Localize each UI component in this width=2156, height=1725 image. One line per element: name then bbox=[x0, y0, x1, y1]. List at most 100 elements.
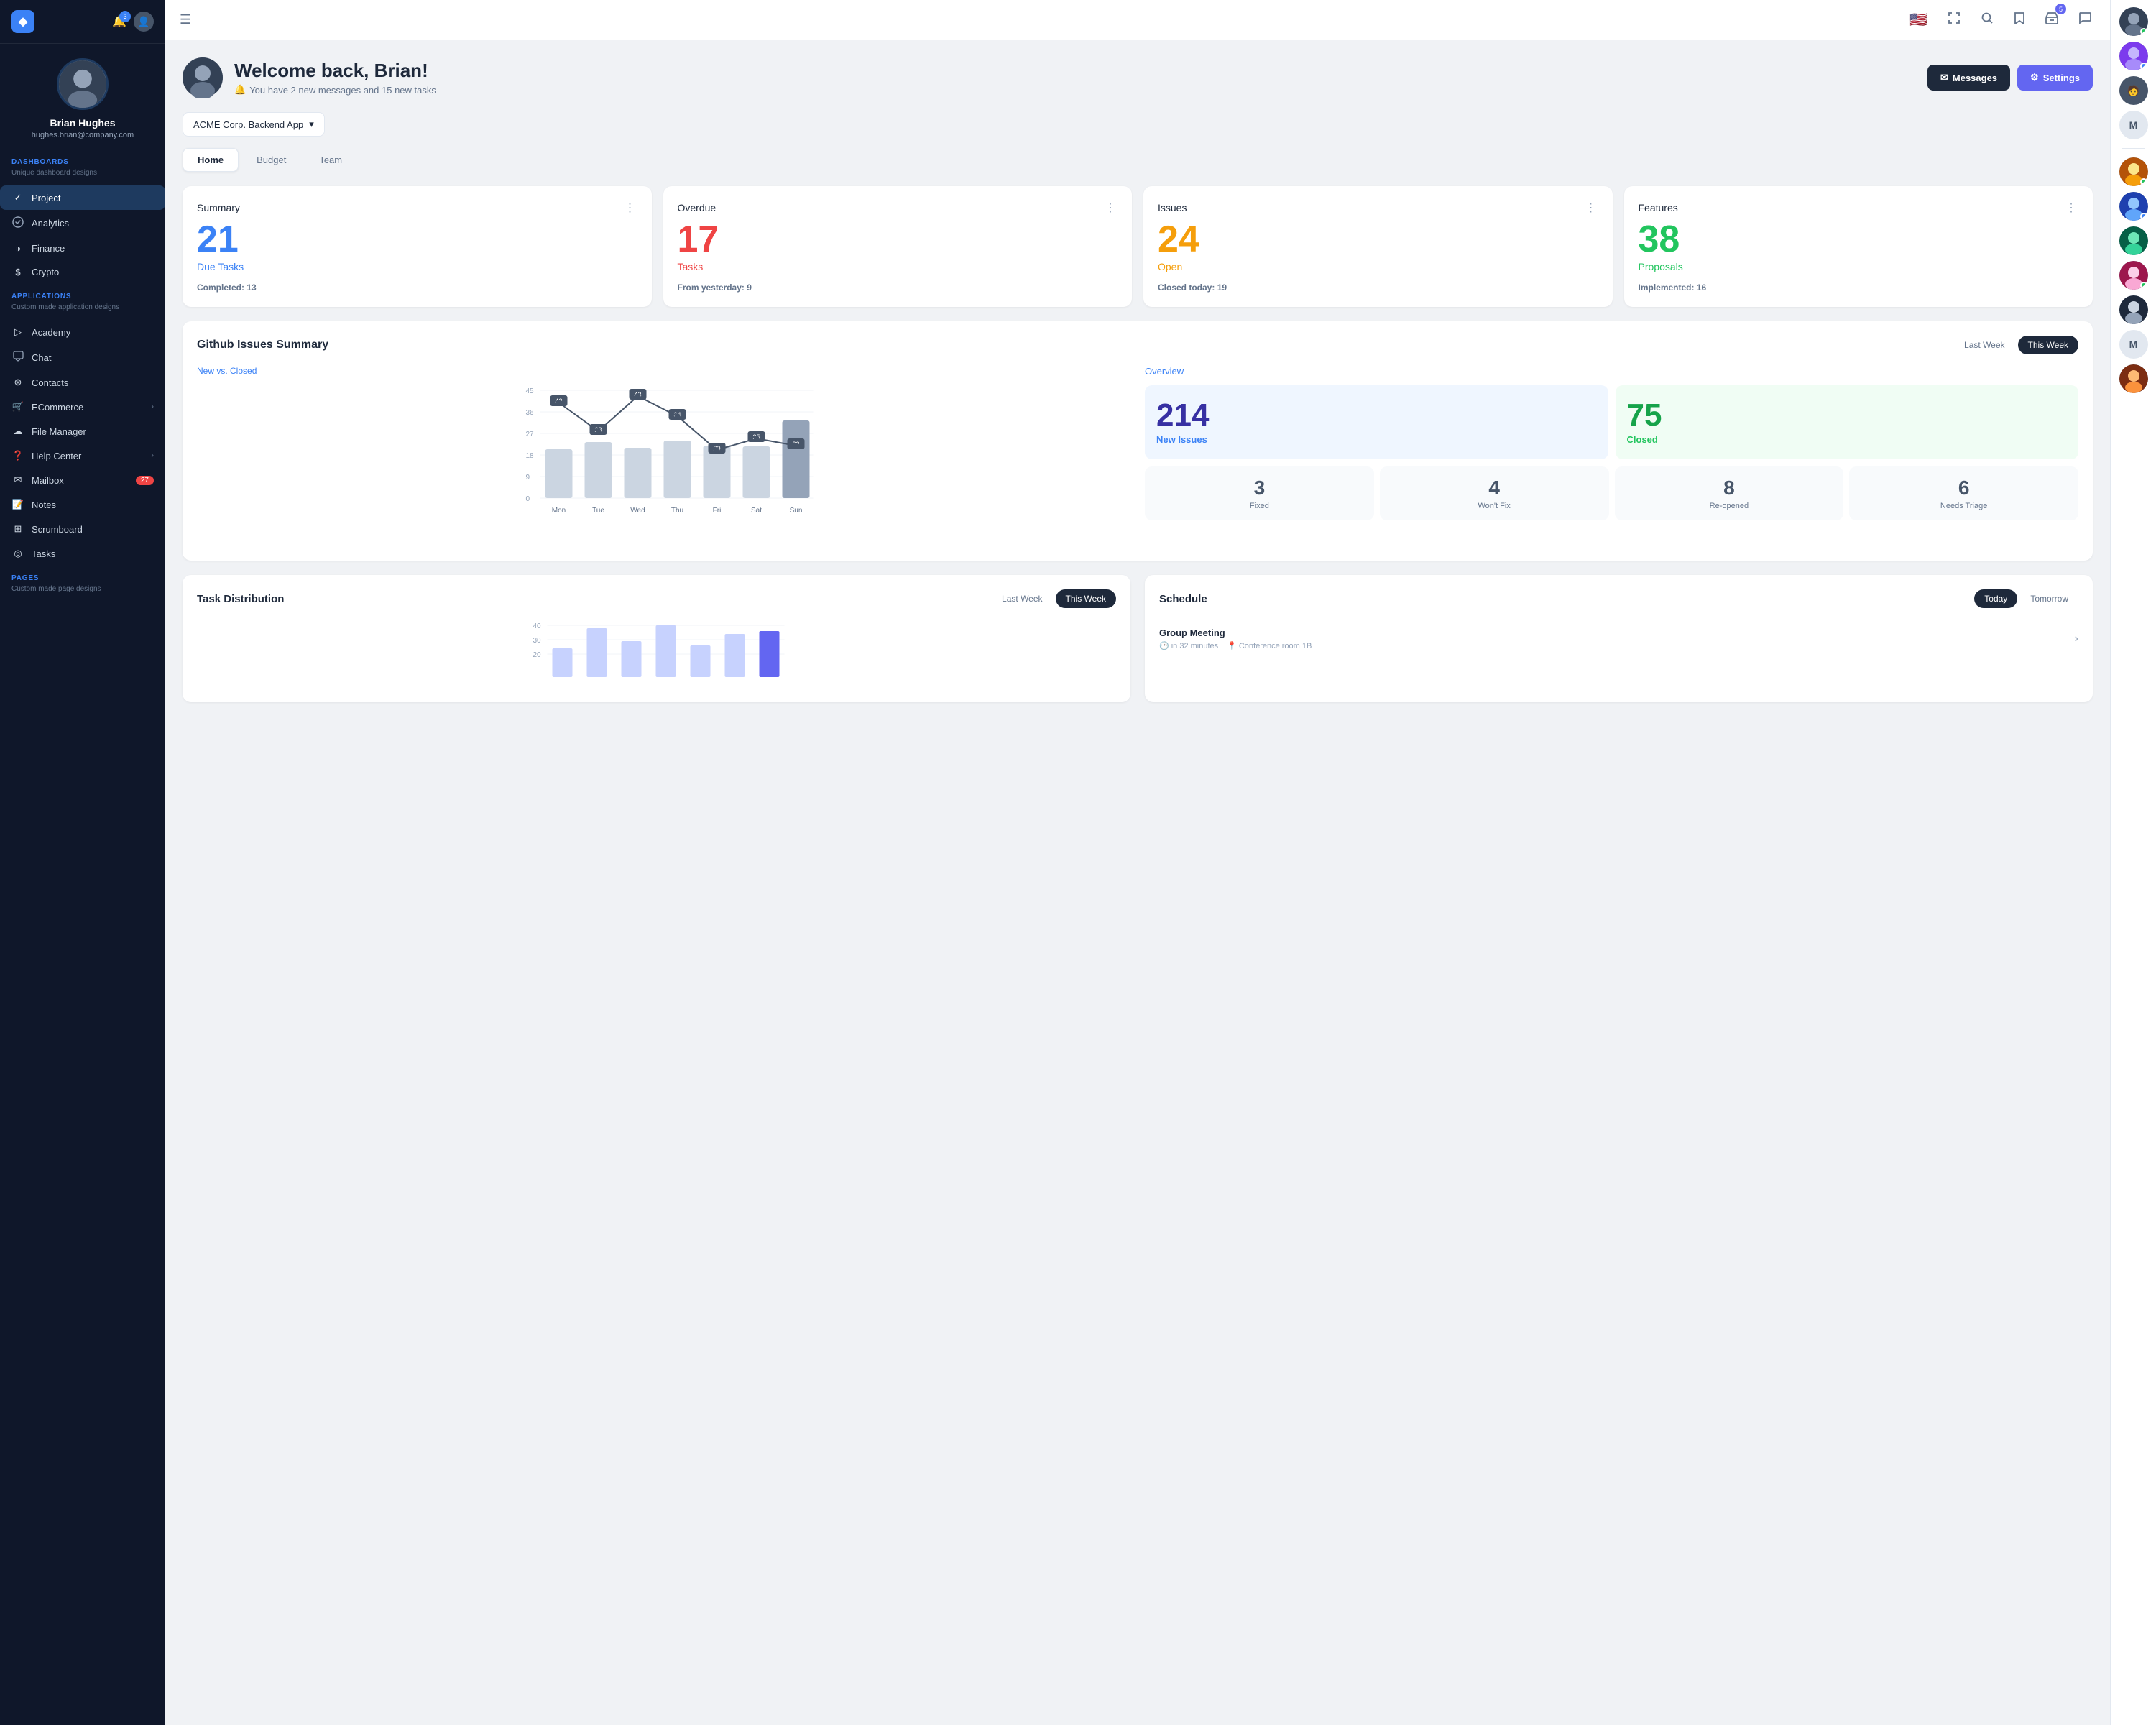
stat-menu-summary[interactable]: ⋮ bbox=[625, 201, 637, 215]
inbox-icon[interactable]: 5 bbox=[2041, 7, 2063, 32]
welcome-header: Welcome back, Brian! 🔔 You have 2 new me… bbox=[183, 58, 2093, 98]
overview-label: Overview bbox=[1145, 366, 2078, 377]
welcome-title: Welcome back, Brian! bbox=[234, 60, 436, 82]
stat-title-overdue: Overdue bbox=[678, 202, 717, 213]
messages-button[interactable]: ✉ Messages bbox=[1927, 65, 2010, 91]
sidebar-item-notes[interactable]: 📝 Notes bbox=[0, 492, 165, 517]
right-avatar-m1[interactable]: M bbox=[2119, 111, 2148, 139]
status-dot bbox=[2140, 213, 2147, 220]
sidebar-item-label: Analytics bbox=[32, 218, 69, 229]
event-chevron-icon[interactable]: › bbox=[2075, 632, 2078, 645]
stat-card-issues: Issues ⋮ 24 Open Closed today: 19 bbox=[1143, 186, 1613, 307]
sidebar-item-label: ECommerce bbox=[32, 402, 83, 413]
fullscreen-icon[interactable] bbox=[1943, 7, 1965, 32]
new-issues-card: 214 New Issues bbox=[1145, 385, 1608, 459]
task-dist-title: Task Distribution bbox=[197, 593, 284, 605]
app-logo[interactable]: ◆ bbox=[11, 10, 34, 33]
github-chart: 45 36 27 18 9 0 bbox=[197, 385, 1130, 543]
schedule-title: Schedule bbox=[1159, 593, 1207, 605]
sidebar-item-contacts[interactable]: ⊛ Contacts bbox=[0, 370, 165, 395]
sidebar-user-avatar[interactable]: 👤 bbox=[134, 12, 154, 32]
right-avatar-7[interactable] bbox=[2119, 261, 2148, 290]
svg-text:27: 27 bbox=[526, 431, 535, 438]
right-avatar-6[interactable] bbox=[2119, 226, 2148, 255]
right-avatar-9[interactable] bbox=[2119, 364, 2148, 393]
stat-number-summary: 21 bbox=[197, 221, 637, 258]
task-this-week-btn[interactable]: This Week bbox=[1056, 589, 1116, 608]
stat-number-features: 38 bbox=[1639, 221, 2079, 258]
stat-menu-overdue[interactable]: ⋮ bbox=[1105, 201, 1118, 215]
svg-text:Tue: Tue bbox=[592, 507, 604, 515]
sidebar-item-label: Crypto bbox=[32, 267, 59, 277]
closed-label: Closed bbox=[1627, 434, 1658, 445]
right-avatar-8[interactable] bbox=[2119, 295, 2148, 324]
tomorrow-btn[interactable]: Tomorrow bbox=[2020, 589, 2078, 608]
search-icon[interactable] bbox=[1976, 7, 1998, 32]
hamburger-button[interactable]: ☰ bbox=[180, 12, 191, 27]
pages-sub: Custom made page designs bbox=[11, 585, 154, 593]
right-avatar-2[interactable] bbox=[2119, 42, 2148, 70]
tab-budget[interactable]: Budget bbox=[241, 148, 301, 172]
welcome-actions: ✉ Messages ⚙ Settings bbox=[1927, 65, 2093, 91]
help-center-icon: ❓ bbox=[11, 450, 24, 461]
sidebar-item-analytics[interactable]: Analytics bbox=[0, 210, 165, 236]
message-icon[interactable] bbox=[2074, 7, 2096, 32]
github-grid: New vs. Closed 45 36 27 18 9 0 bbox=[197, 366, 2078, 546]
sidebar-item-label: Project bbox=[32, 193, 60, 203]
sidebar-item-academy[interactable]: ▷ Academy bbox=[0, 320, 165, 344]
sidebar-item-finance[interactable]: ◑ Finance bbox=[0, 236, 165, 260]
closed-card: 75 Closed bbox=[1616, 385, 2079, 459]
crypto-icon: $ bbox=[11, 267, 24, 277]
flag-icon[interactable]: 🇺🇸 bbox=[1905, 6, 1932, 33]
dashboards-sub: Unique dashboard designs bbox=[11, 169, 154, 177]
notification-bell[interactable]: 🔔 3 bbox=[112, 14, 126, 29]
this-week-btn[interactable]: This Week bbox=[2018, 336, 2078, 354]
triage-number: 6 bbox=[1856, 477, 2071, 500]
svg-text:Sat: Sat bbox=[751, 507, 762, 515]
tab-team[interactable]: Team bbox=[304, 148, 357, 172]
right-avatar-5[interactable] bbox=[2119, 192, 2148, 221]
status-dot bbox=[2140, 178, 2147, 185]
schedule-card: Schedule Today Tomorrow Group Meeting 🕐 … bbox=[1145, 575, 2093, 702]
right-avatar-m2[interactable]: M bbox=[2119, 330, 2148, 359]
today-btn[interactable]: Today bbox=[1974, 589, 2017, 608]
sidebar-item-project[interactable]: ✓ Project bbox=[0, 185, 165, 210]
sidebar-item-help-center[interactable]: ❓ Help Center › bbox=[0, 443, 165, 468]
chart-subtitle: New vs. Closed bbox=[197, 366, 1130, 376]
right-avatar-3[interactable]: 🧑 bbox=[2119, 76, 2148, 105]
notification-badge: 3 bbox=[119, 11, 131, 22]
svg-text:40: 40 bbox=[533, 622, 542, 630]
sidebar-item-tasks[interactable]: ◎ Tasks bbox=[0, 541, 165, 566]
svg-text:Thu: Thu bbox=[671, 507, 683, 515]
tab-home[interactable]: Home bbox=[183, 148, 239, 172]
sidebar-item-chat[interactable]: Chat bbox=[0, 344, 165, 370]
new-issues-number: 214 bbox=[1156, 400, 1209, 431]
bookmark-icon[interactable] bbox=[2009, 7, 2030, 32]
sidebar-item-scrumboard[interactable]: ⊞ Scrumboard bbox=[0, 517, 165, 541]
sidebar-item-crypto[interactable]: $ Crypto bbox=[0, 260, 165, 284]
notes-icon: 📝 bbox=[11, 499, 24, 510]
envelope-icon: ✉ bbox=[1940, 72, 1948, 83]
svg-text:9: 9 bbox=[526, 474, 530, 482]
right-avatar-4[interactable] bbox=[2119, 157, 2148, 186]
sidebar-item-mailbox[interactable]: ✉ Mailbox 27 bbox=[0, 468, 165, 492]
stat-menu-issues[interactable]: ⋮ bbox=[1585, 201, 1598, 215]
stat-menu-features[interactable]: ⋮ bbox=[2065, 201, 2078, 215]
overview-big-cards: 214 New Issues 75 Closed bbox=[1145, 385, 2078, 459]
task-last-week-btn[interactable]: Last Week bbox=[992, 589, 1052, 608]
main-tabs: Home Budget Team bbox=[183, 148, 2093, 172]
reopened-number: 8 bbox=[1622, 477, 1837, 500]
contacts-icon: ⊛ bbox=[11, 377, 24, 388]
sidebar-item-label: Scrumboard bbox=[32, 524, 83, 535]
mailbox-badge: 27 bbox=[136, 476, 154, 485]
settings-button[interactable]: ⚙ Settings bbox=[2017, 65, 2093, 91]
svg-text:18: 18 bbox=[526, 452, 535, 460]
right-avatar-1[interactable] bbox=[2119, 7, 2148, 36]
left-sidebar: ◆ 🔔 3 👤 Brian Hughes hughes.brian@compan… bbox=[0, 0, 165, 1725]
gear-icon: ⚙ bbox=[2030, 72, 2039, 83]
project-selector[interactable]: ACME Corp. Backend App ▾ bbox=[183, 112, 325, 137]
github-week-toggle: Last Week This Week bbox=[1954, 336, 2078, 354]
sidebar-item-ecommerce[interactable]: 🛒 ECommerce › bbox=[0, 395, 165, 419]
last-week-btn[interactable]: Last Week bbox=[1954, 336, 2014, 354]
sidebar-item-file-manager[interactable]: ☁ File Manager bbox=[0, 419, 165, 443]
